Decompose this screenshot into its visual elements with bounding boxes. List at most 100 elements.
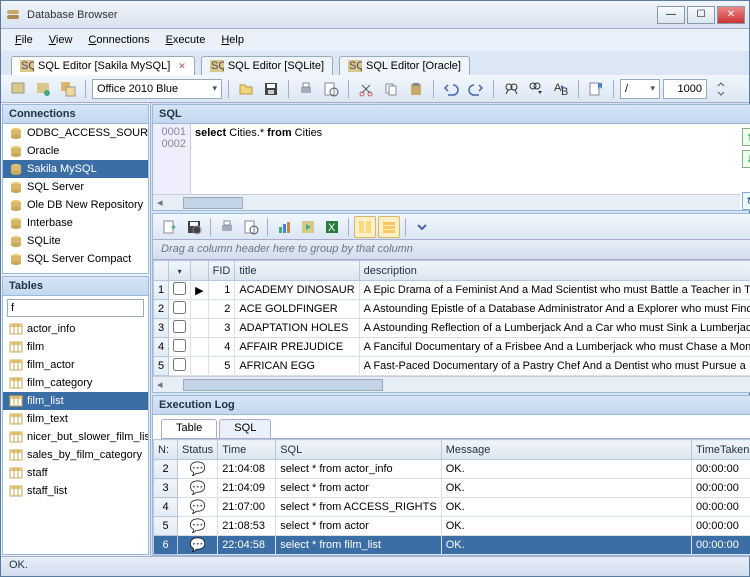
col-fid[interactable]: FID [208, 261, 235, 281]
subwindow-button[interactable] [57, 78, 79, 100]
table-item[interactable]: film_actor [3, 356, 148, 374]
row-view-button[interactable] [378, 216, 400, 238]
save-button[interactable] [260, 78, 282, 100]
maximize-button[interactable]: ☐ [687, 6, 715, 24]
sql-gutter: 00010002 [153, 124, 191, 194]
undo-button[interactable] [440, 78, 462, 100]
table-item[interactable]: film_category [3, 374, 148, 392]
paste-button[interactable] [405, 78, 427, 100]
replace-button[interactable]: AB [550, 78, 572, 100]
table-row[interactable]: 55AFRICAN EGGA Fast-Paced Documentary of… [154, 357, 750, 376]
separator-combo[interactable]: / [620, 79, 660, 99]
redo-button[interactable] [465, 78, 487, 100]
find-next-button[interactable] [525, 78, 547, 100]
log-row[interactable]: 4💬21:07:00select * from ACCESS_RIGHTSOK.… [154, 498, 750, 517]
table-item[interactable]: staff [3, 464, 148, 482]
copy-button[interactable] [380, 78, 402, 100]
grid-hscrollbar[interactable]: ◂ [153, 376, 750, 392]
log-col-time[interactable]: Time [218, 440, 276, 460]
next-sql-button[interactable]: ⬇ [742, 150, 750, 168]
log-col-status[interactable]: Status [178, 440, 218, 460]
refresh-sql-button[interactable]: ↻ [742, 192, 750, 210]
table-row[interactable]: 1▶1ACADEMY DINOSAURA Epic Drama of a Fem… [154, 281, 750, 300]
print-preview-button[interactable] [320, 78, 342, 100]
row-checkbox[interactable] [173, 320, 186, 333]
column-view-button[interactable] [354, 216, 376, 238]
connection-item[interactable]: SQLite [3, 232, 148, 250]
log-col-timetaken[interactable]: TimeTaken [692, 440, 750, 460]
row-checkbox[interactable] [173, 301, 186, 314]
tables-filter-input[interactable] [7, 299, 144, 317]
log-grid[interactable]: N: Status Time SQL Message TimeTaken 2💬2… [153, 439, 750, 555]
new-connection-button[interactable] [7, 78, 29, 100]
menu-file[interactable]: File [9, 32, 39, 48]
row-checkbox[interactable] [173, 358, 186, 371]
log-row[interactable]: 5💬21:08:53select * from actorOK.00:00:00 [154, 517, 750, 536]
table-item[interactable]: staff_list [3, 482, 148, 500]
print-button[interactable] [295, 78, 317, 100]
row-checkbox[interactable] [173, 339, 186, 352]
save-results-button[interactable] [183, 216, 205, 238]
connection-item[interactable]: SQL Server Compact [3, 250, 148, 268]
cut-button[interactable] [355, 78, 377, 100]
print-grid-button[interactable] [216, 216, 238, 238]
limit-input[interactable] [663, 79, 707, 99]
connection-item[interactable]: Ole DB New Repository [3, 196, 148, 214]
spinner-button[interactable] [710, 78, 732, 100]
table-row[interactable]: 44AFFAIR PREJUDICEA Fanciful Documentary… [154, 338, 750, 357]
open-button[interactable] [235, 78, 257, 100]
table-item[interactable]: film_text [3, 410, 148, 428]
excel-button[interactable]: X [321, 216, 343, 238]
connection-item[interactable]: Oracle [3, 142, 148, 160]
table-item[interactable]: actor_info [3, 320, 148, 338]
find-button[interactable] [500, 78, 522, 100]
menu-help[interactable]: Help [215, 32, 250, 48]
col-title[interactable]: title [235, 261, 359, 281]
log-row[interactable]: 6💬22:04:58select * from film_listOK.00:0… [154, 536, 750, 555]
table-item[interactable]: film [3, 338, 148, 356]
preview-grid-button[interactable] [240, 216, 262, 238]
minimize-button[interactable]: — [657, 6, 685, 24]
log-tab-sql[interactable]: SQL [219, 419, 271, 438]
prev-sql-button[interactable]: ⬆ [742, 128, 750, 146]
log-tab-table[interactable]: Table [161, 419, 217, 438]
tab-close-icon[interactable]: ✕ [178, 61, 186, 72]
group-by-hint[interactable]: Drag a column header here to group by th… [153, 240, 750, 260]
log-col-n[interactable]: N: [154, 440, 178, 460]
menu-view[interactable]: View [43, 32, 79, 48]
table-row[interactable]: 22ACE GOLDFINGERA Astounding Epistle of … [154, 300, 750, 319]
connection-item[interactable]: SQL Server [3, 178, 148, 196]
tab-sqlite[interactable]: SQL SQL Editor [SQLite] [201, 56, 333, 75]
chart-button[interactable] [273, 216, 295, 238]
log-col-sql[interactable]: SQL [276, 440, 442, 460]
sql-hscrollbar[interactable]: ◂ [153, 194, 740, 210]
col-description[interactable]: description [359, 261, 750, 281]
table-row[interactable]: 33ADAPTATION HOLESA Astounding Reflectio… [154, 319, 750, 338]
table-item[interactable]: sales_by_film_category [3, 446, 148, 464]
tab-sakila[interactable]: SQL SQL Editor [Sakila MySQL] ✕ [11, 56, 195, 75]
refresh-connection-button[interactable] [32, 78, 54, 100]
tab-oracle[interactable]: SQL SQL Editor [Oracle] [339, 56, 470, 75]
export-button[interactable] [159, 216, 181, 238]
col-ptr[interactable] [191, 261, 208, 281]
log-row[interactable]: 3💬21:04:09select * from actorOK.00:00:00 [154, 479, 750, 498]
col-rownum[interactable] [154, 261, 169, 281]
col-check[interactable]: ▾ [169, 261, 191, 281]
row-checkbox[interactable] [173, 282, 186, 295]
log-row[interactable]: 2💬21:04:08select * from actor_infoOK.00:… [154, 460, 750, 479]
bookmark-button[interactable] [585, 78, 607, 100]
connection-item[interactable]: Sakila MySQL [3, 160, 148, 178]
table-item[interactable]: nicer_but_slower_film_list [3, 428, 148, 446]
table-item[interactable]: film_list [3, 392, 148, 410]
theme-combo[interactable]: Office 2010 Blue [92, 79, 222, 99]
connection-item[interactable]: Interbase [3, 214, 148, 232]
expand-button[interactable] [411, 216, 433, 238]
connection-item[interactable]: ODBC_ACCESS_SOURCE [3, 124, 148, 142]
results-grid[interactable]: ▾ FID title description 1▶1ACADEMY DINOS… [153, 260, 750, 376]
next-record-button[interactable] [297, 216, 319, 238]
menu-connections[interactable]: Connections [82, 32, 155, 48]
sql-editor[interactable]: select Cities.* from Cities [191, 124, 740, 194]
menu-execute[interactable]: Execute [160, 32, 212, 48]
close-button[interactable]: ✕ [717, 6, 745, 24]
log-col-message[interactable]: Message [441, 440, 691, 460]
